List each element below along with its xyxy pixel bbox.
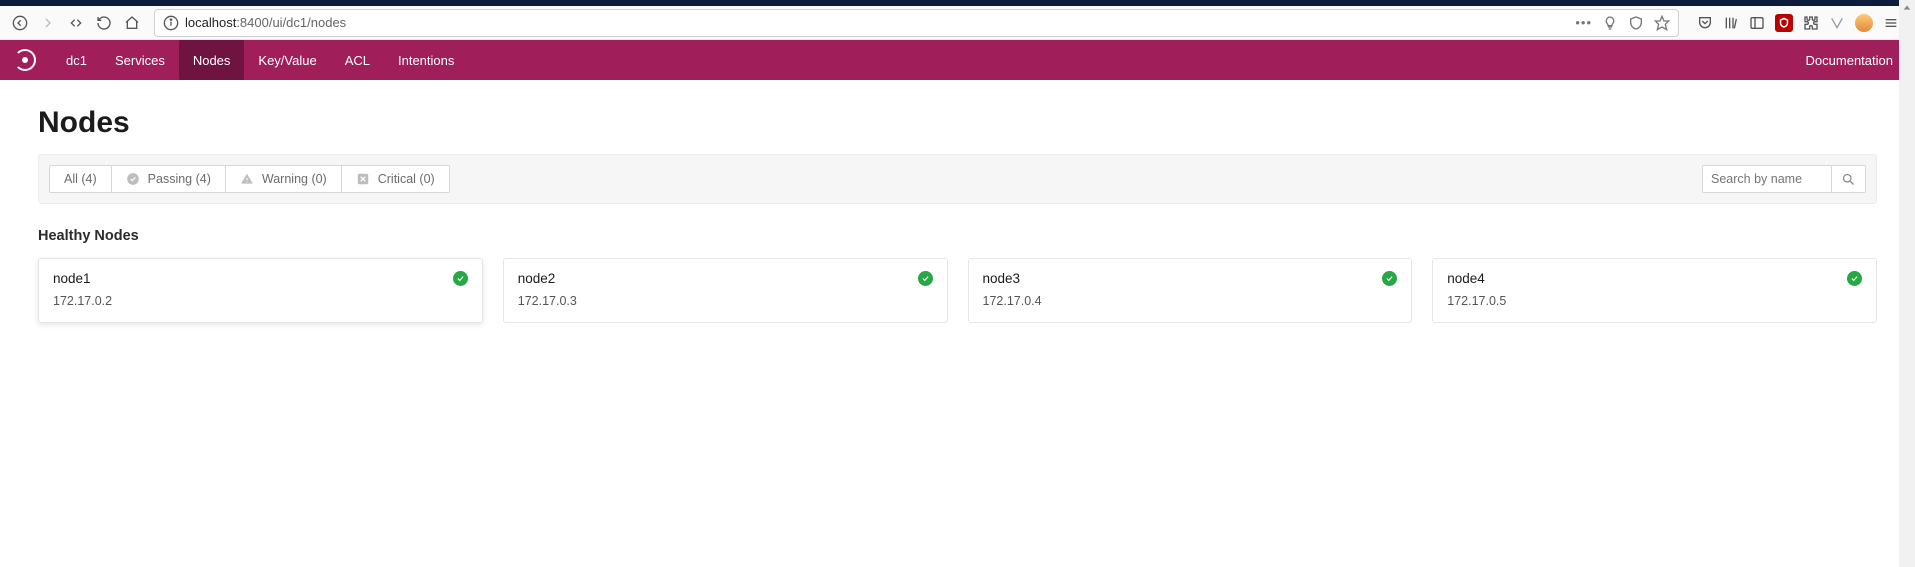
profile-avatar[interactable] — [1855, 14, 1873, 32]
app-header: dc1 Services Nodes Key/Value ACL Intenti… — [0, 40, 1915, 80]
shield-icon[interactable] — [1628, 15, 1644, 31]
node-card[interactable]: node2 172.17.0.3 — [503, 258, 948, 323]
filter-tabs: All (4) Passing (4) Warning (0) Critical… — [49, 165, 450, 193]
status-passing-icon — [918, 271, 933, 286]
nav-services[interactable]: Services — [101, 40, 179, 80]
critical-square-icon — [356, 172, 370, 186]
status-passing-icon — [453, 271, 468, 286]
filter-passing[interactable]: Passing (4) — [111, 165, 226, 193]
node-card[interactable]: node3 172.17.0.4 — [968, 258, 1413, 323]
node-card[interactable]: node1 172.17.0.2 — [38, 258, 483, 323]
filter-critical-label: Critical (0) — [378, 172, 435, 186]
lightbulb-icon[interactable] — [1602, 15, 1618, 31]
filter-critical[interactable]: Critical (0) — [341, 165, 450, 193]
scroll-up-icon[interactable] — [1902, 3, 1912, 13]
reload-button[interactable] — [90, 9, 118, 37]
filter-all-label: All (4) — [64, 172, 97, 186]
filter-warning-label: Warning (0) — [262, 172, 327, 186]
bookmark-star-icon[interactable] — [1654, 15, 1670, 31]
search-input[interactable] — [1702, 165, 1832, 193]
back-button[interactable] — [6, 9, 34, 37]
hamburger-menu-icon[interactable] — [1883, 15, 1899, 31]
nav-datacenter[interactable]: dc1 — [52, 40, 101, 80]
filter-bar: All (4) Passing (4) Warning (0) Critical… — [38, 154, 1877, 204]
nav-keyvalue[interactable]: Key/Value — [244, 40, 330, 80]
node-ip: 172.17.0.5 — [1447, 294, 1862, 308]
node-card[interactable]: node4 172.17.0.5 — [1432, 258, 1877, 323]
node-name: node4 — [1447, 271, 1485, 286]
filter-warning[interactable]: Warning (0) — [225, 165, 342, 193]
check-circle-icon — [126, 172, 140, 186]
sidebar-icon[interactable] — [1749, 15, 1765, 31]
main-nav: dc1 Services Nodes Key/Value ACL Intenti… — [52, 40, 468, 80]
warning-triangle-icon — [240, 172, 254, 186]
node-grid: node1 172.17.0.2 node2 172.17.0.3 node3 … — [38, 258, 1877, 323]
nav-intentions[interactable]: Intentions — [384, 40, 468, 80]
nav-nodes[interactable]: Nodes — [179, 40, 245, 80]
filter-passing-label: Passing (4) — [148, 172, 211, 186]
library-icon[interactable] — [1723, 15, 1739, 31]
extension-icons — [1687, 14, 1909, 32]
node-ip: 172.17.0.4 — [983, 294, 1398, 308]
search-icon — [1841, 172, 1856, 187]
status-passing-icon — [1847, 271, 1862, 286]
url-bar[interactable]: localhost:8400/ui/dc1/nodes ••• — [154, 9, 1679, 37]
consul-logo-icon[interactable] — [14, 49, 36, 71]
more-icon[interactable]: ••• — [1575, 15, 1592, 30]
page-title: Nodes — [38, 106, 1877, 140]
scrollbar-gutter[interactable] — [1899, 0, 1915, 567]
url-text: localhost:8400/ui/dc1/nodes — [185, 15, 1575, 30]
browser-toolbar: localhost:8400/ui/dc1/nodes ••• — [0, 6, 1915, 40]
page-content: Nodes All (4) Passing (4) Warning (0) Cr… — [0, 80, 1915, 349]
ublock-icon[interactable] — [1775, 14, 1793, 32]
status-passing-icon — [1382, 271, 1397, 286]
vimium-icon[interactable] — [1829, 15, 1845, 31]
forward-button[interactable] — [34, 9, 62, 37]
site-info-icon[interactable] — [163, 15, 179, 31]
search-button[interactable] — [1832, 165, 1866, 193]
dev-tools-icon[interactable] — [62, 9, 90, 37]
node-ip: 172.17.0.3 — [518, 294, 933, 308]
puzzle-icon[interactable] — [1803, 15, 1819, 31]
node-name: node3 — [983, 271, 1021, 286]
pocket-icon[interactable] — [1697, 15, 1713, 31]
node-name: node1 — [53, 271, 91, 286]
nav-documentation[interactable]: Documentation — [1784, 53, 1915, 68]
home-button[interactable] — [118, 9, 146, 37]
urlbar-right-icons: ••• — [1575, 15, 1670, 31]
node-ip: 172.17.0.2 — [53, 294, 468, 308]
section-title-healthy: Healthy Nodes — [38, 228, 1877, 244]
nav-acl[interactable]: ACL — [331, 40, 384, 80]
node-name: node2 — [518, 271, 556, 286]
filter-all[interactable]: All (4) — [49, 165, 112, 193]
search-group — [1702, 165, 1866, 193]
